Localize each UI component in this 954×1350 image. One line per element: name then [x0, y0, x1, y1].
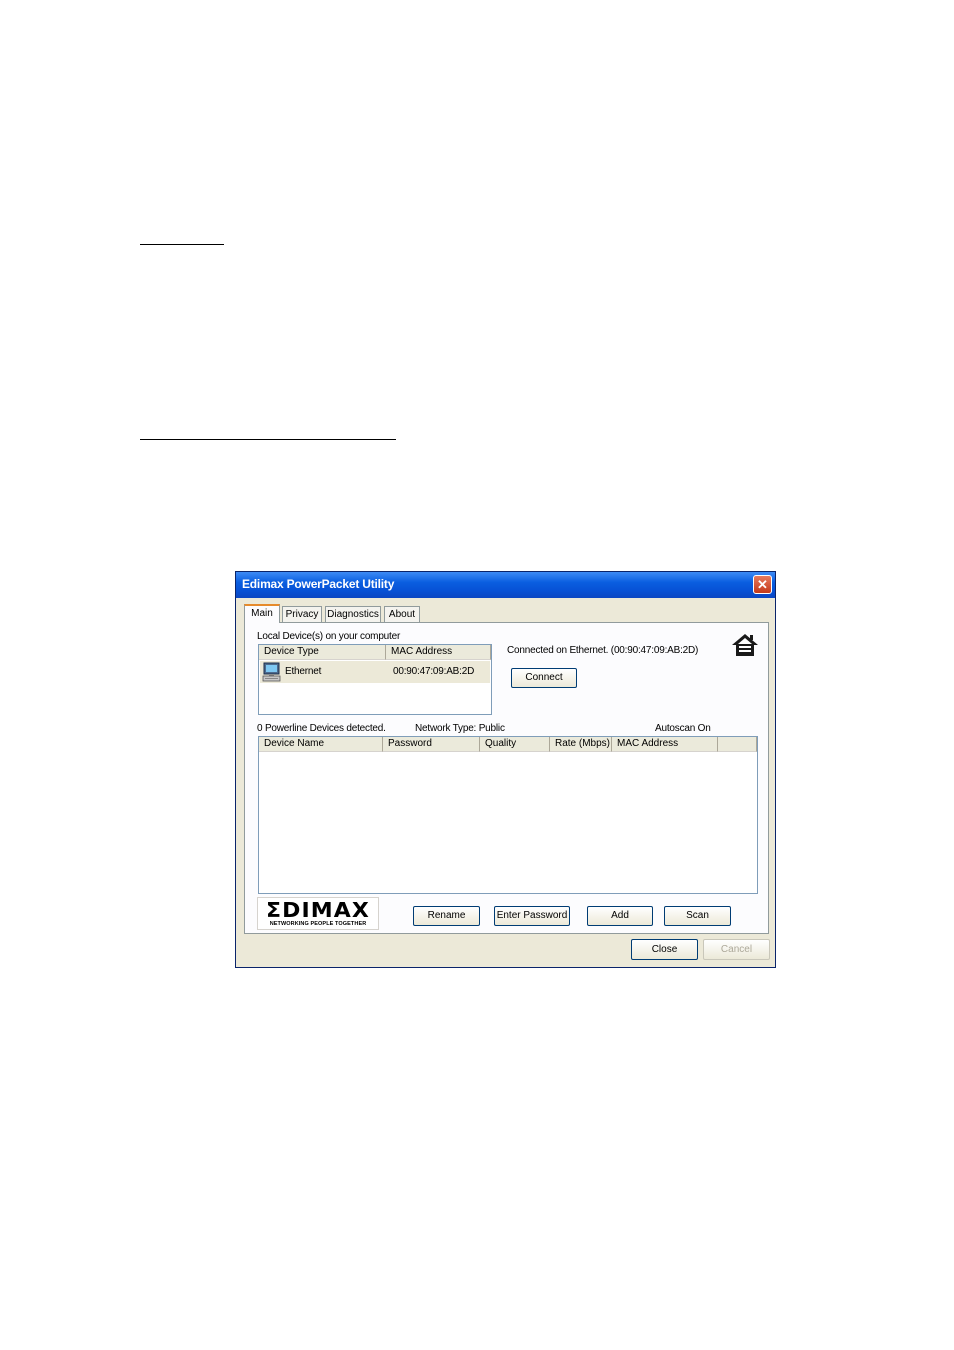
close-button[interactable]: Close	[631, 939, 698, 960]
window-title: Edimax PowerPacket Utility	[242, 577, 395, 591]
add-button[interactable]: Add	[587, 906, 653, 926]
network-type-text: Network Type: Public	[415, 723, 505, 734]
list-item[interactable]: Ethernet 00:90:47:09:AB:2D	[260, 661, 490, 683]
scan-button[interactable]: Scan	[664, 906, 731, 926]
tab-diagnostics[interactable]: Diagnostics	[325, 606, 381, 622]
local-devices-list[interactable]: Device Type MAC Address Ethernet 00:90:4…	[258, 644, 492, 715]
col-device-type[interactable]: Device Type	[259, 645, 386, 660]
col-device-name[interactable]: Device Name	[259, 737, 383, 752]
mac-address-cell: 00:90:47:09:AB:2D	[393, 666, 475, 677]
rename-button[interactable]: Rename	[413, 906, 480, 926]
col-quality[interactable]: Quality	[480, 737, 550, 752]
main-tab-panel: Local Device(s) on your computer Device …	[244, 622, 769, 934]
device-type-cell: Ethernet	[285, 666, 322, 677]
local-devices-heading: Local Device(s) on your computer	[257, 631, 401, 642]
autoscan-status-text: Autoscan On	[655, 723, 711, 734]
logo-tagline: NETWORKING PEOPLE TOGETHER	[269, 921, 367, 927]
close-icon[interactable]: ✕	[753, 575, 772, 594]
house-icon	[732, 634, 758, 656]
col-rate[interactable]: Rate (Mbps)	[550, 737, 612, 752]
col-mac-address[interactable]: MAC Address	[386, 645, 491, 660]
tab-privacy[interactable]: Privacy	[282, 606, 322, 622]
heading-underline-1	[140, 244, 224, 245]
powerline-devices-list[interactable]: Device Name Password Quality Rate (Mbps)…	[258, 736, 758, 894]
edimax-logo: ΣDIMAX NETWORKING PEOPLE TOGETHER	[257, 897, 379, 930]
powerpacket-utility-window: Edimax PowerPacket Utility ✕ Main Privac…	[235, 571, 776, 968]
heading-underline-2	[140, 439, 396, 440]
col-password[interactable]: Password	[383, 737, 480, 752]
enter-password-button[interactable]: Enter Password	[494, 906, 570, 926]
cancel-button[interactable]: Cancel	[703, 939, 770, 960]
tab-about[interactable]: About	[384, 606, 420, 622]
powerline-count-text: 0 Powerline Devices detected.	[257, 723, 386, 734]
logo-brand: ΣDIMAX	[266, 898, 370, 922]
col-powerline-mac[interactable]: MAC Address	[612, 737, 718, 752]
connection-status-text: Connected on Ethernet. (00:90:47:09:AB:2…	[507, 645, 699, 656]
connect-button[interactable]: Connect	[511, 668, 577, 688]
computer-icon	[262, 662, 281, 682]
col-empty	[718, 737, 757, 752]
title-bar[interactable]: Edimax PowerPacket Utility ✕	[236, 572, 775, 598]
tab-main[interactable]: Main	[244, 604, 280, 623]
